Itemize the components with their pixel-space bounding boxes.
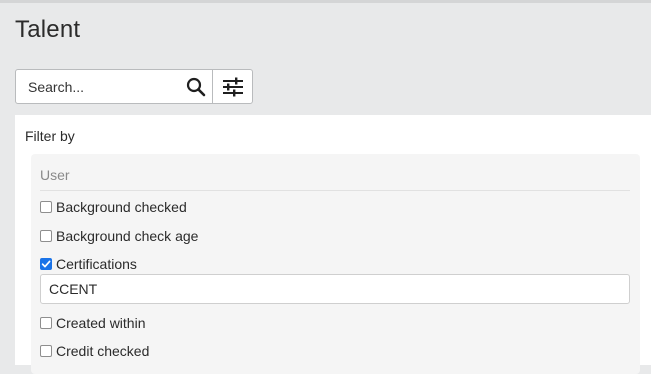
filter-toggle-button[interactable] <box>212 70 252 103</box>
search-button[interactable] <box>180 70 212 103</box>
checkbox-checked[interactable] <box>40 258 52 270</box>
filter-option-background-checked[interactable]: Background checked <box>40 199 187 215</box>
filter-option-label: Background checked <box>56 199 187 215</box>
filter-option-created-within[interactable]: Created within <box>40 315 146 331</box>
checkbox[interactable] <box>40 345 52 357</box>
filter-option-label: Created within <box>56 315 146 331</box>
filter-heading: Filter by <box>25 128 75 144</box>
certifications-input[interactable] <box>40 274 630 304</box>
filter-option-credit-checked[interactable]: Credit checked <box>40 343 149 359</box>
search-bar <box>15 69 253 104</box>
page-title: Talent <box>15 16 81 43</box>
filter-option-certifications[interactable]: Certifications <box>40 256 137 272</box>
filter-option-label: Background check age <box>56 228 199 244</box>
search-input[interactable] <box>16 70 180 103</box>
filter-group-user: User Background checked Background check… <box>31 154 640 374</box>
filter-panel: Filter by User Background checked Backgr… <box>15 115 651 374</box>
checkbox[interactable] <box>40 317 52 329</box>
checkbox[interactable] <box>40 201 52 213</box>
filter-option-background-check-age[interactable]: Background check age <box>40 228 198 244</box>
filter-group-label: User <box>40 167 70 183</box>
checkbox[interactable] <box>40 230 52 242</box>
checkmark-icon <box>41 260 51 268</box>
divider <box>40 190 630 191</box>
sliders-icon <box>222 77 243 96</box>
top-border <box>0 0 651 3</box>
filter-option-label: Certifications <box>56 256 137 272</box>
filter-option-label: Credit checked <box>56 343 150 359</box>
search-icon <box>186 77 206 96</box>
